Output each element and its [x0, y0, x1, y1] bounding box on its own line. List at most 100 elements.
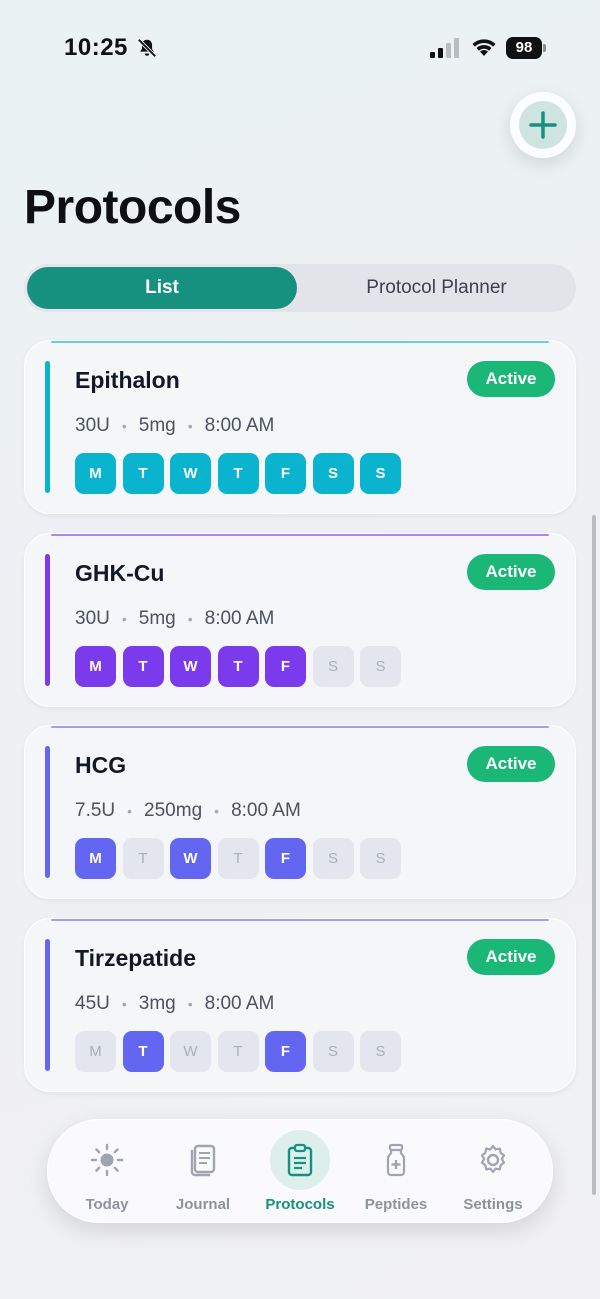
view-segmented-control: List Protocol Planner [24, 264, 576, 312]
protocol-name: GHK-Cu [75, 560, 165, 586]
cellular-signal-icon [430, 38, 459, 58]
day-chip[interactable]: F [265, 838, 306, 879]
day-chip[interactable]: S [360, 838, 401, 879]
protocol-meta: 30U • 5mg • 8:00 AM [75, 608, 274, 630]
protocol-name: Tirzepatide [75, 945, 196, 971]
day-chip[interactable]: T [217, 1031, 259, 1072]
day-chip[interactable]: S [312, 838, 354, 879]
day-chip[interactable]: M [75, 838, 116, 879]
weekday-selector: MTWTFSS [75, 838, 408, 879]
day-chip[interactable]: T [122, 838, 164, 879]
tab-label: Peptides [364, 1196, 428, 1213]
separator-dot: • [187, 996, 193, 1012]
protocol-dose: 30U [75, 608, 110, 629]
tab-peptides[interactable]: Peptides [351, 1130, 441, 1218]
protocol-name: HCG [75, 752, 127, 778]
tab-label: Journal [175, 1196, 231, 1213]
separator-dot: • [121, 418, 127, 434]
status-badge: Active [467, 939, 555, 975]
day-chip[interactable]: T [217, 838, 259, 879]
tab-label: Settings [463, 1196, 523, 1213]
gear-icon [480, 1144, 506, 1174]
day-chip[interactable]: T [217, 453, 259, 494]
day-chip[interactable]: W [170, 838, 211, 879]
day-chip[interactable]: S [360, 453, 401, 494]
weekday-selector: MTWTFSS [75, 1031, 408, 1072]
add-protocol-button[interactable] [510, 92, 576, 158]
day-chip[interactable]: S [312, 1031, 354, 1072]
status-bar: 10:25 98 [0, 0, 600, 96]
day-chip[interactable]: S [360, 646, 401, 687]
protocol-name: Epithalon [75, 367, 180, 393]
day-chip[interactable]: S [360, 1031, 401, 1072]
segment-list[interactable]: List [27, 267, 297, 309]
card-top-line [51, 919, 549, 921]
separator-dot: • [121, 996, 127, 1012]
scrollbar[interactable] [592, 515, 596, 1195]
separator-dot: • [187, 418, 193, 434]
tab-today[interactable]: Today [62, 1130, 152, 1218]
protocol-time: 8:00 AM [204, 608, 275, 629]
wifi-icon [472, 39, 496, 56]
day-chip[interactable]: M [75, 453, 116, 494]
clipboard-icon [287, 1143, 313, 1177]
card-accent-bar [45, 361, 50, 493]
card-top-line [51, 341, 549, 343]
protocol-time: 8:00 AM [231, 800, 301, 821]
weekday-selector: MTWTFSS [75, 453, 408, 494]
protocol-dose: 7.5U [75, 800, 116, 821]
day-chip[interactable]: T [122, 646, 164, 687]
day-chip[interactable]: T [217, 646, 259, 687]
tab-label: Today [85, 1196, 129, 1213]
tab-label: Protocols [265, 1196, 335, 1213]
card-accent-bar [45, 554, 50, 686]
day-chip[interactable]: T [122, 1031, 164, 1072]
protocol-card[interactable]: GHK-Cu Active 30U • 5mg • 8:00 AM M T W T F S S [24, 533, 576, 707]
day-chip[interactable]: F [265, 646, 306, 687]
card-top-line [51, 534, 549, 536]
protocol-dose: 30U [75, 415, 110, 436]
plus-icon [529, 111, 557, 139]
tab-journal[interactable]: Journal [158, 1130, 248, 1218]
protocol-amount: 250mg [144, 800, 203, 821]
status-badge: Active [467, 361, 555, 397]
day-chip[interactable]: W [170, 1031, 211, 1072]
protocol-card[interactable]: HCG Active 7.5U • 250mg • 8:00 AM M T W T F S S [24, 725, 576, 899]
protocol-amount: 5mg [138, 608, 176, 629]
status-badge: Active [467, 554, 555, 590]
sun-icon [90, 1143, 124, 1177]
day-chip[interactable]: W [170, 453, 211, 494]
card-accent-bar [45, 746, 50, 878]
protocol-time: 8:00 AM [204, 415, 275, 436]
day-chip[interactable]: S [312, 453, 354, 494]
segment-protocol-planner[interactable]: Protocol Planner [300, 267, 573, 309]
day-chip[interactable]: W [170, 646, 211, 687]
protocol-amount: 3mg [138, 993, 176, 1014]
day-chip[interactable]: M [75, 1031, 116, 1072]
protocol-meta: 7.5U • 250mg • 8:00 AM [75, 800, 301, 822]
bell-muted-icon [137, 38, 157, 58]
status-badge: Active [467, 746, 555, 782]
day-chip[interactable]: S [312, 646, 354, 687]
day-chip[interactable]: F [265, 1031, 306, 1072]
tab-protocols[interactable]: Protocols [255, 1130, 345, 1218]
day-chip[interactable]: T [122, 453, 164, 494]
tab-bar: Today Journal Protocols Peptides Setting… [47, 1119, 553, 1223]
separator-dot: • [127, 803, 133, 819]
weekday-selector: MTWTFSS [75, 646, 408, 687]
page-title: Protocols [24, 181, 241, 234]
protocol-meta: 30U • 5mg • 8:00 AM [75, 415, 274, 437]
journal-icon [190, 1144, 216, 1177]
tab-settings[interactable]: Settings [448, 1130, 538, 1218]
battery-indicator: 98 [506, 37, 546, 59]
vial-icon [386, 1143, 406, 1177]
separator-dot: • [214, 803, 220, 819]
separator-dot: • [121, 611, 127, 627]
day-chip[interactable]: M [75, 646, 116, 687]
battery-level: 98 [506, 37, 542, 59]
protocol-card[interactable]: Epithalon Active 30U • 5mg • 8:00 AM M T W T F S S [24, 340, 576, 514]
protocol-time: 8:00 AM [204, 993, 275, 1014]
day-chip[interactable]: F [265, 453, 306, 494]
protocol-card[interactable]: Tirzepatide Active 45U • 3mg • 8:00 AM M T W T F S S [24, 918, 576, 1092]
status-time: 10:25 [64, 34, 128, 61]
